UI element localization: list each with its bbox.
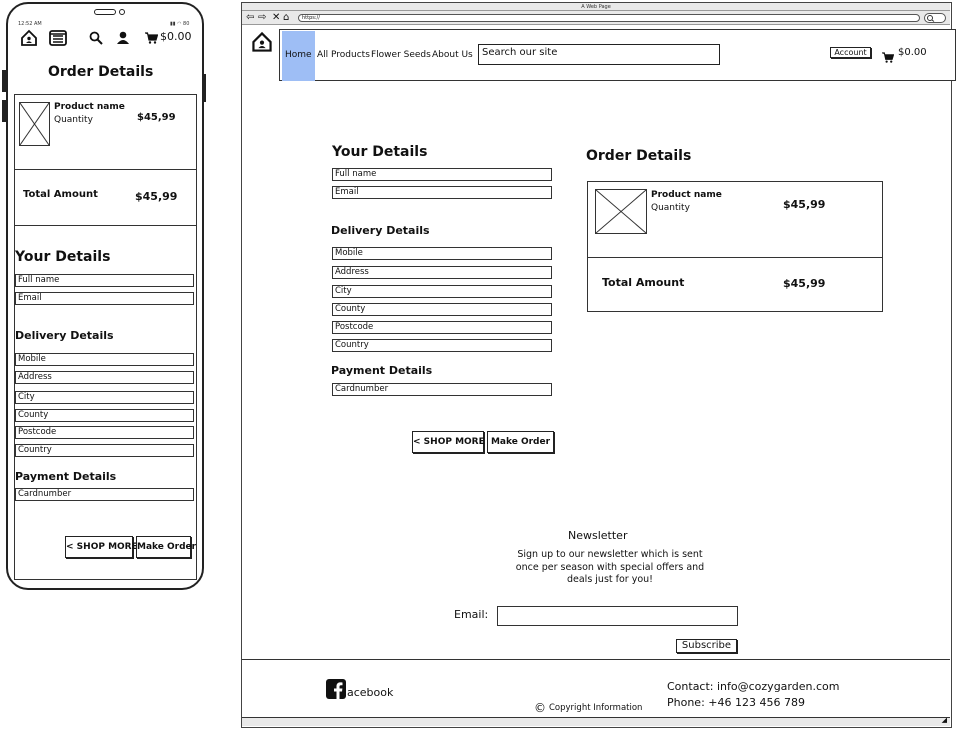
contact-phone: Phone: +46 123 456 789 [667, 696, 805, 709]
total-amount: $45,99 [783, 277, 826, 290]
divider [588, 257, 882, 258]
copyright-icon: © [534, 701, 546, 715]
mobile-field[interactable]: Mobile [15, 353, 194, 366]
mobile-order-summary: Product name Quantity $45,99 Total Amoun… [15, 95, 196, 226]
forward-icon[interactable]: ⇨ [258, 12, 266, 24]
product-quantity: Quantity [651, 203, 690, 213]
total-label: Total Amount [602, 276, 685, 289]
email-field[interactable]: Email [332, 186, 552, 199]
subscribe-button[interactable]: Subscribe [676, 639, 737, 653]
county-field[interactable]: County [332, 303, 552, 316]
product-name: Product name [651, 190, 722, 200]
cardnumber-field[interactable]: Cardnumber [332, 383, 552, 396]
window-title: A Web Page [581, 4, 611, 10]
mobile-payment-heading: Payment Details [15, 470, 117, 483]
nav-link-all-products[interactable]: All Products [317, 50, 370, 60]
county-field[interactable]: County [15, 409, 194, 422]
full-name-field[interactable]: Full name [15, 274, 194, 287]
divider [15, 169, 196, 170]
make-order-button[interactable]: Make Order [136, 536, 196, 558]
newsletter-text-line: once per season with special offers and [515, 561, 705, 573]
newsletter-email-input[interactable] [497, 606, 738, 626]
product-image-placeholder [595, 189, 647, 234]
total-label: Total Amount [23, 189, 98, 200]
main-navbar: Home All Products Flower Seeds About Us … [279, 29, 956, 81]
search-input[interactable]: Search our site [478, 44, 720, 65]
newsletter-title: Newsletter [568, 529, 628, 542]
mobile-status-battery: ▮▮ ◠ 80 [170, 21, 190, 27]
user-icon[interactable] [116, 31, 130, 45]
full-name-field[interactable]: Full name [332, 168, 552, 181]
contact-email: Contact: info@cozygarden.com [667, 680, 840, 693]
go-button[interactable] [924, 13, 946, 23]
browser-window: A Web Page ⇦ ⇨ ✕ ⌂ https:// Home All Pro… [241, 2, 956, 728]
browser-statusbar: ◢ [242, 716, 950, 726]
product-name: Product name [54, 102, 125, 112]
email-field[interactable]: Email [15, 292, 194, 305]
cart-icon[interactable] [145, 32, 158, 44]
shop-more-button[interactable]: < SHOP MORE [412, 431, 485, 453]
cart-icon[interactable] [882, 48, 895, 67]
phone-speaker [94, 9, 116, 15]
mobile-your-details-heading: Your Details [15, 249, 111, 265]
close-icon[interactable]: ✕ [272, 12, 280, 24]
nav-link-home[interactable]: Home [285, 50, 312, 60]
country-field[interactable]: Country [332, 339, 552, 352]
make-order-button[interactable]: Make Order [487, 431, 554, 453]
product-price: $45,99 [783, 198, 826, 211]
mobile-page-title: Order Details [48, 64, 154, 80]
site-footer: acebook © Copyright Information Contact:… [242, 659, 950, 718]
country-field[interactable]: Country [15, 444, 194, 457]
product-quantity: Quantity [54, 115, 93, 125]
shop-more-button[interactable]: < SHOP MORE [65, 536, 138, 558]
email-label: Email: [454, 608, 489, 621]
newsletter-text-line: Sign up to our newsletter which is sent [517, 549, 703, 560]
home-icon[interactable] [20, 29, 38, 47]
mobile-delivery-heading: Delivery Details [15, 329, 114, 342]
address-field[interactable]: Address [15, 371, 194, 384]
phone-camera [119, 9, 125, 15]
payment-heading: Payment Details [331, 364, 433, 377]
site-logo-home-icon[interactable] [251, 31, 273, 57]
mobile-field[interactable]: Mobile [332, 247, 552, 260]
browser-toolbar: ⇦ ⇨ ✕ ⌂ https:// [242, 11, 950, 25]
phone-side-button [2, 70, 6, 92]
cardnumber-field[interactable]: Cardnumber [15, 488, 194, 501]
address-field[interactable]: Address [332, 266, 552, 279]
phone-side-button [2, 100, 6, 122]
cart-total: $0.00 [898, 47, 927, 58]
nav-link-flower-seeds[interactable]: Flower Seeds [371, 50, 431, 60]
mobile-status-time: 12:52 AM [18, 21, 42, 27]
home-browser-icon[interactable]: ⌂ [283, 12, 289, 24]
newsletter-text-line: deals just for you! [566, 574, 653, 585]
browser-titlebar: A Web Page [242, 3, 950, 11]
back-icon[interactable]: ⇦ [246, 12, 254, 24]
address-bar[interactable]: https:// [298, 14, 920, 22]
postcode-field[interactable]: Postcode [332, 321, 552, 334]
order-details-heading: Order Details [586, 148, 692, 164]
menu-icon[interactable] [49, 30, 67, 46]
your-details-heading: Your Details [332, 144, 428, 160]
order-summary-box: Product name Quantity $45,99 Total Amoun… [587, 181, 883, 312]
city-field[interactable]: City [332, 285, 552, 298]
mobile-cart-total: $0.00 [160, 30, 192, 43]
phone-side-button [202, 74, 206, 102]
newsletter-text: Sign up to our newsletter which is sent … [482, 549, 738, 587]
facebook-link[interactable]: acebook [347, 686, 393, 699]
facebook-icon[interactable] [326, 679, 346, 703]
nav-link-about-us[interactable]: About Us [432, 50, 473, 60]
copyright-text: Copyright Information [549, 703, 643, 713]
delivery-heading: Delivery Details [331, 224, 430, 237]
city-field[interactable]: City [15, 391, 194, 404]
product-price: $45,99 [137, 112, 176, 123]
search-icon[interactable] [89, 31, 103, 45]
total-amount: $45,99 [135, 190, 178, 203]
account-button[interactable]: Account [830, 47, 871, 58]
resize-grip-icon[interactable]: ◢ [942, 716, 947, 724]
postcode-field[interactable]: Postcode [15, 426, 194, 439]
product-image-placeholder [19, 102, 50, 146]
